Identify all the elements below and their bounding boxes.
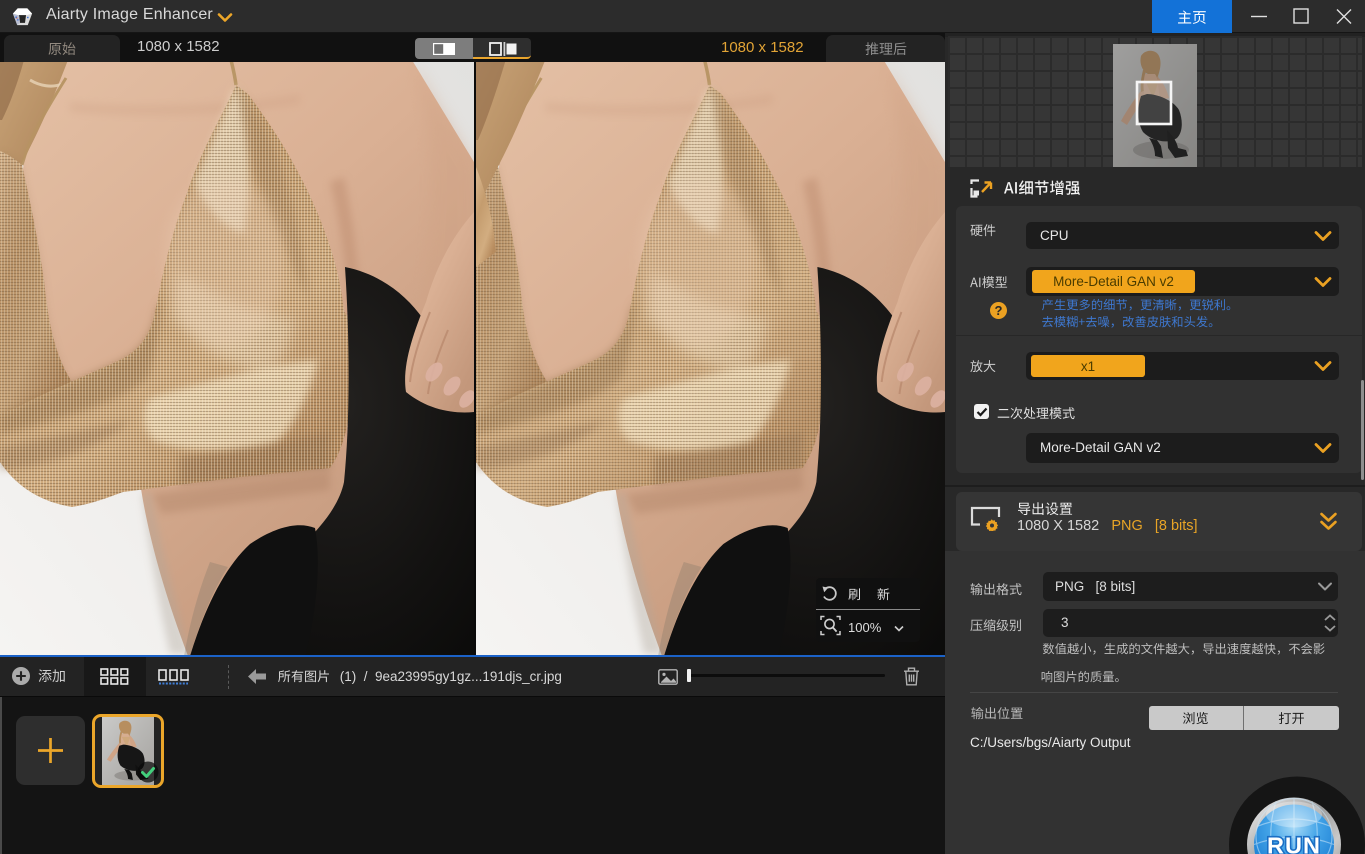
svg-text:RUN: RUN [1267,833,1321,854]
